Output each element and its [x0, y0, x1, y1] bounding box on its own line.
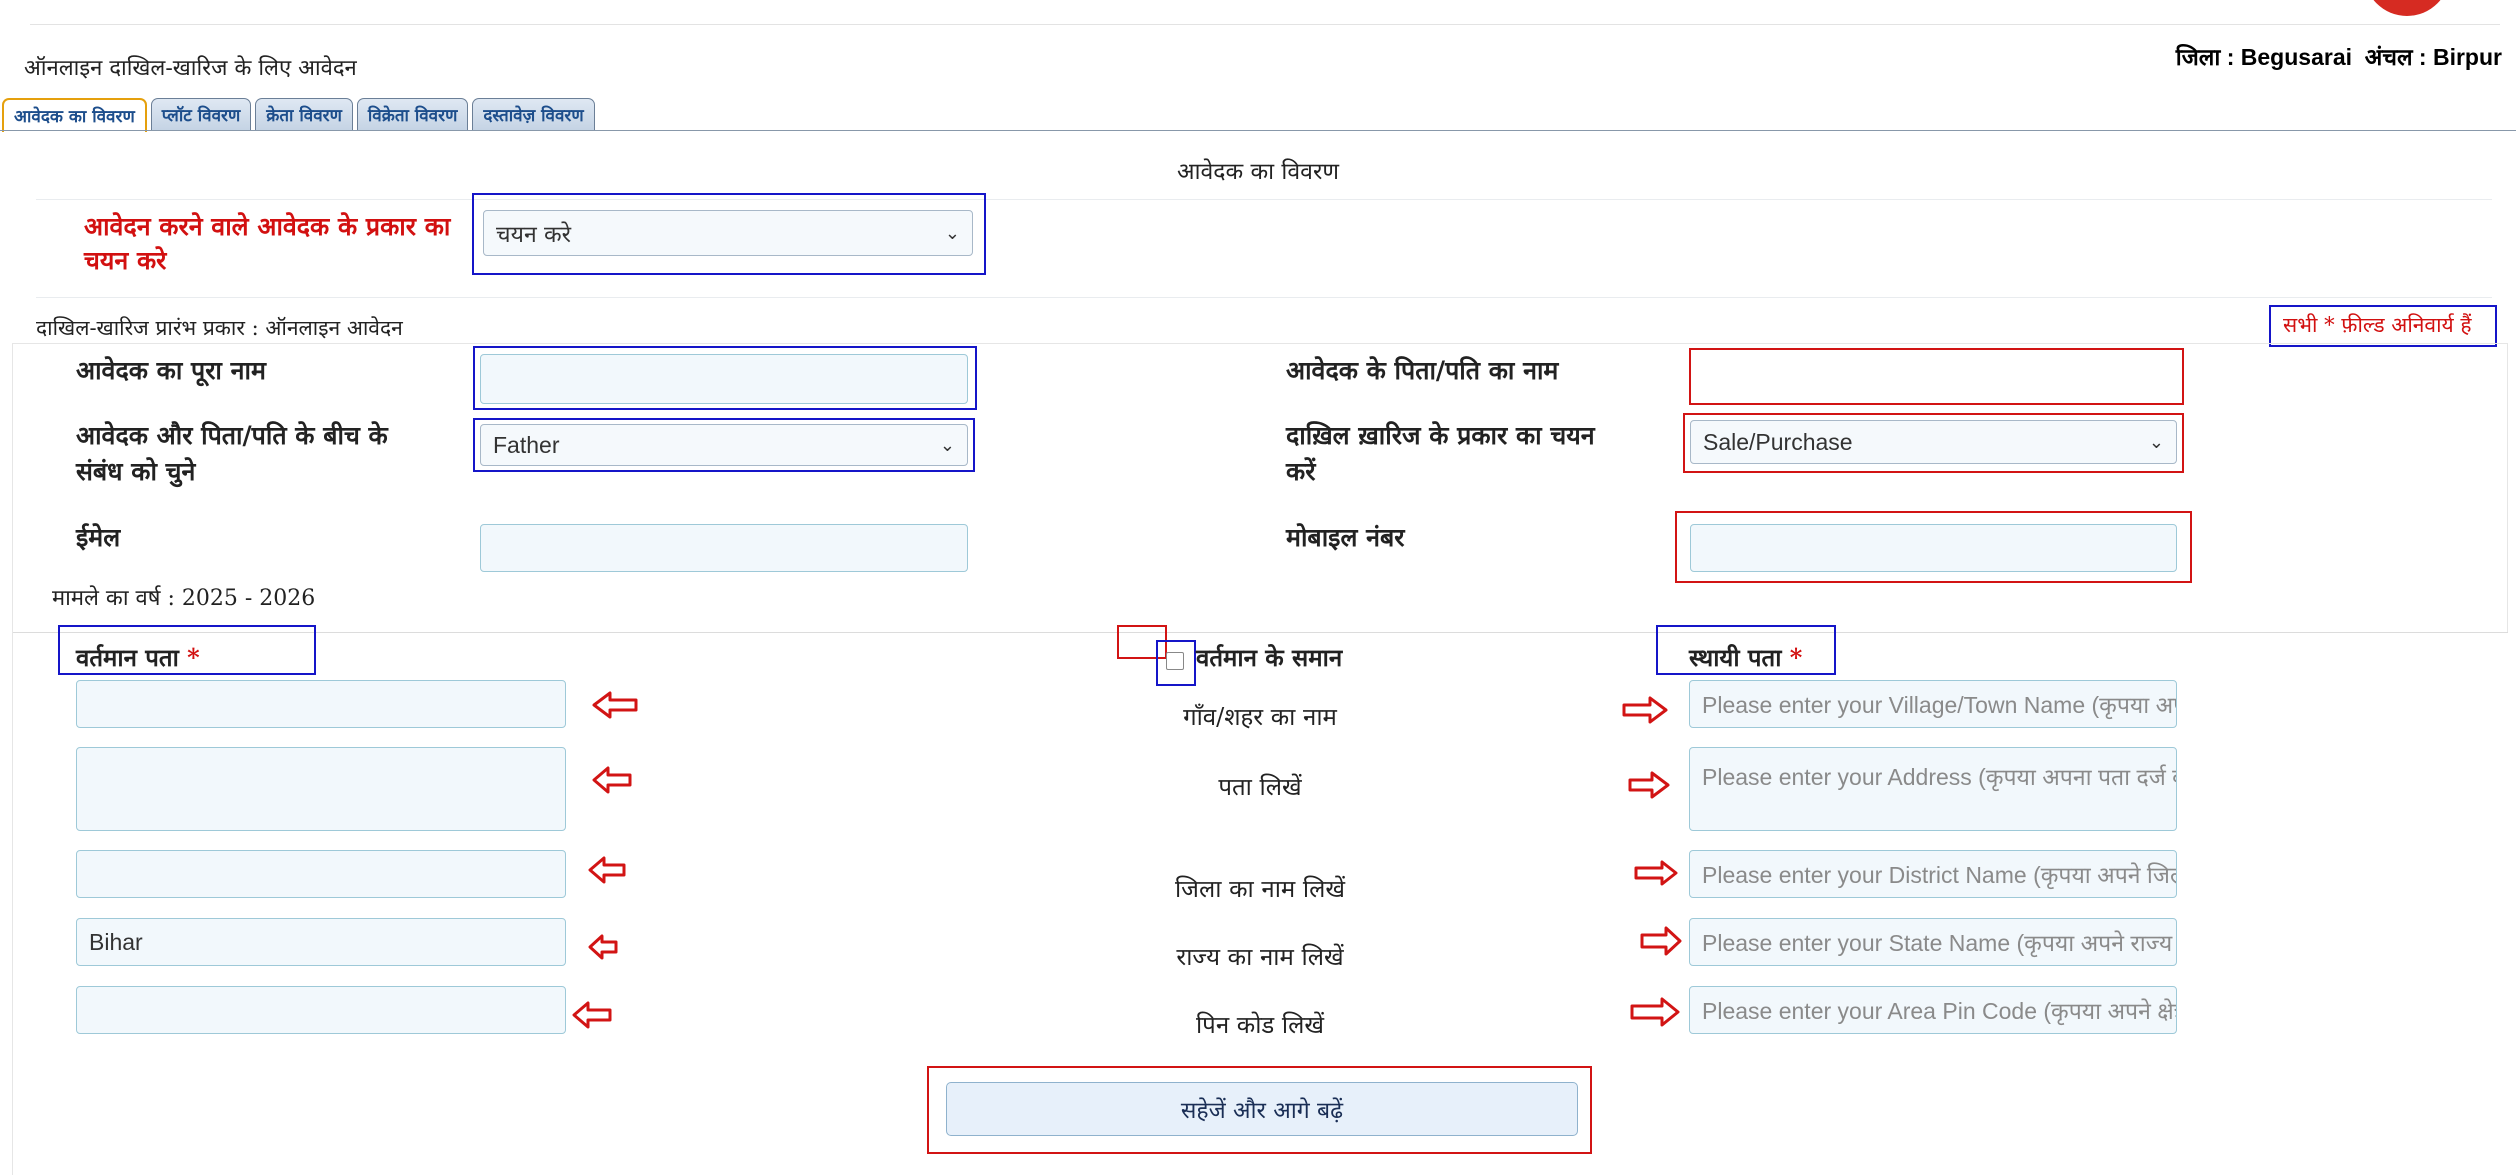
divider	[12, 632, 2508, 633]
divider	[36, 199, 2492, 200]
mutation-type-value: Sale/Purchase	[1703, 428, 1853, 455]
permanent-district-input[interactable]: Please enter your District Name (कृपया अ…	[1689, 850, 2177, 898]
permanent-pincode-input[interactable]: Please enter your Area Pin Code (कृपया अ…	[1689, 986, 2177, 1034]
relation-value: Father	[493, 431, 560, 458]
case-year-text: मामले का वर्ष : 2025 - 2026	[52, 586, 316, 611]
email-input[interactable]	[480, 524, 968, 572]
permanent-address-textarea[interactable]: Please enter your Address (कृपया अपना पत…	[1689, 747, 2177, 831]
arrow-left-icon	[588, 855, 626, 885]
same-as-current-label: वर्तमान के समान	[1196, 643, 1343, 672]
tab-document-details[interactable]: दस्तावेज़ विवरण	[472, 98, 595, 131]
current-pincode-input[interactable]	[76, 986, 566, 1034]
current-address-textarea[interactable]	[76, 747, 566, 831]
relation-label: आवेदक और पिता/पति के बीच के संबंध को चुन…	[76, 421, 388, 486]
pincode-row-label: पिन कोड लिखें	[1195, 1011, 1325, 1039]
chevron-down-icon: ⌄	[944, 222, 960, 243]
chevron-down-icon: ⌄	[2148, 431, 2164, 452]
tab-plot-details[interactable]: प्लॉट विवरण	[150, 98, 252, 131]
district-row-label: जिला का नाम लिखें	[1174, 875, 1346, 903]
tab-seller-details[interactable]: विक्रेता विवरण	[356, 98, 469, 131]
father-name-label: आवेदक के पिता/पति का नाम	[1286, 356, 1559, 385]
divider	[36, 297, 2492, 298]
full-name-input[interactable]	[480, 354, 968, 404]
applicant-type-label: आवेदन करने वाले आवेदक के प्रकार का चयन क…	[84, 212, 451, 275]
mobile-label: मोबाइल नंबर	[1286, 523, 1405, 552]
required-mark: *	[187, 643, 200, 672]
address-row-label: पता लिखें	[1218, 773, 1302, 801]
tab-underline	[0, 130, 2516, 131]
mutation-type-label: दाख़िल ख़ारिज के प्रकार का चयन करें	[1286, 421, 1595, 486]
applicant-type-value: चयन करे	[496, 222, 572, 248]
permanent-address-heading: स्थायी पता *	[1689, 640, 1802, 676]
top-divider	[30, 24, 2500, 25]
tab-buyer-details[interactable]: क्रेता विवरण	[255, 98, 353, 131]
current-district-input[interactable]	[76, 850, 566, 898]
current-state-input[interactable]: Bihar	[76, 918, 566, 966]
current-address-heading: वर्तमान पता *	[76, 640, 200, 676]
initiation-type-text: दाखिल-खारिज प्रारंभ प्रकार : ऑनलाइन आवेद…	[36, 316, 403, 340]
chevron-down-icon: ⌄	[939, 434, 955, 455]
mandatory-fields-note: सभी * फ़ील्ड अनिवार्य हैं	[2269, 305, 2497, 347]
permanent-village-input[interactable]: Please enter your Village/Town Name (कृप…	[1689, 680, 2177, 728]
current-address-label: वर्तमान पता	[76, 643, 179, 672]
arrow-left-icon	[592, 765, 632, 795]
required-mark: *	[1789, 643, 1803, 672]
permanent-state-input[interactable]: Please enter your State Name (कृपया अपने…	[1689, 918, 2177, 966]
arrow-right-icon	[1628, 770, 1670, 800]
logo-circle	[2364, 0, 2450, 16]
arrow-left-icon	[592, 690, 638, 720]
arrow-right-icon	[1640, 926, 1682, 956]
tab-applicant-details[interactable]: आवेदक का विवरण	[2, 98, 147, 132]
village-row-label: गाँव/शहर का नाम	[1183, 703, 1337, 731]
page-title: ऑनलाइन दाखिल-खारिज के लिए आवेदन	[24, 56, 357, 81]
permanent-address-label: स्थायी पता	[1689, 643, 1782, 672]
relation-select[interactable]: Father ⌄	[480, 424, 968, 466]
state-row-label: राज्य का नाम लिखें	[1176, 943, 1344, 971]
arrow-right-icon	[1622, 695, 1668, 725]
arrow-right-icon	[1630, 997, 1680, 1027]
mutation-type-select[interactable]: Sale/Purchase ⌄	[1690, 420, 2177, 464]
section-title: आवेदक का विवरण	[1177, 159, 1339, 185]
tab-bar: आवेदक का विवरण प्लॉट विवरण क्रेता विवरण …	[0, 98, 595, 132]
full-name-label: आवेदक का पूरा नाम	[76, 356, 266, 385]
father-name-input[interactable]	[1689, 348, 2184, 405]
arrow-left-icon	[572, 1000, 612, 1030]
same-as-current-checkbox[interactable]	[1166, 652, 1184, 670]
applicant-type-select[interactable]: चयन करे ⌄	[483, 210, 973, 256]
panel-left-border	[12, 632, 13, 1175]
arrow-left-icon	[588, 934, 618, 960]
mobile-input[interactable]	[1690, 524, 2177, 572]
arrow-right-icon	[1634, 860, 1678, 886]
current-village-input[interactable]	[76, 680, 566, 728]
district-block-label: जिला : Begusarai अंचल : Birpur	[2175, 44, 2502, 70]
save-and-next-button[interactable]: सहेजें और आगे बढ़ें	[946, 1082, 1578, 1136]
email-label: ईमेल	[76, 523, 121, 552]
